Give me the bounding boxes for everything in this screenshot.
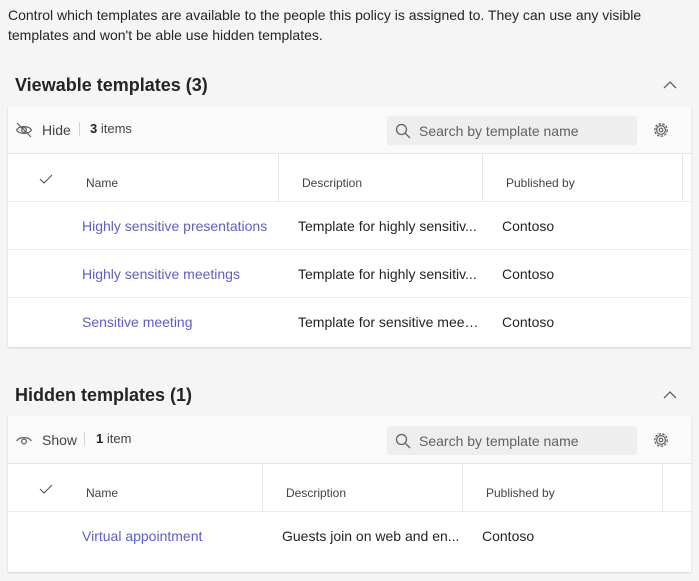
search-icon bbox=[395, 123, 411, 138]
column-divider bbox=[462, 464, 463, 512]
viewable-section-title: Viewable templates (3) bbox=[15, 75, 208, 95]
viewable-templates-card: Hide 3 items Search by template name Nam… bbox=[8, 106, 691, 347]
select-all-checkbox[interactable] bbox=[39, 171, 53, 189]
hidden-table-body: Virtual appointment Guests join on web a… bbox=[8, 512, 691, 560]
chevron-up-icon bbox=[663, 391, 677, 399]
item-count-number: 3 bbox=[90, 121, 98, 136]
column-published-by[interactable]: Published by bbox=[486, 486, 555, 500]
column-description[interactable]: Description bbox=[286, 486, 346, 500]
template-name-link[interactable]: Virtual appointment bbox=[82, 528, 202, 544]
column-name[interactable]: Name bbox=[86, 176, 118, 190]
item-count: 1 item bbox=[96, 431, 131, 446]
hide-button[interactable]: Hide bbox=[14, 120, 71, 140]
hidden-templates-card: Show 1 item Search by template name Name bbox=[8, 416, 691, 572]
template-name-link[interactable]: Highly sensitive meetings bbox=[82, 266, 240, 282]
search-icon bbox=[395, 433, 411, 448]
gear-icon bbox=[654, 433, 668, 447]
select-all-checkbox[interactable] bbox=[39, 481, 53, 499]
column-divider bbox=[662, 464, 663, 512]
column-description[interactable]: Description bbox=[302, 176, 362, 190]
template-description: Guests join on web and en... bbox=[282, 528, 460, 544]
hidden-toolbar: Show 1 item Search by template name bbox=[8, 416, 691, 464]
table-row[interactable]: Highly sensitive presentations Template … bbox=[8, 202, 691, 250]
hide-label: Hide bbox=[42, 122, 71, 138]
viewable-table-header: Name Description Published by bbox=[8, 154, 691, 202]
item-count-suffix: items bbox=[100, 121, 132, 136]
column-divider bbox=[278, 154, 279, 202]
column-divider bbox=[682, 154, 683, 202]
template-description: Template for highly sensitiv... bbox=[298, 218, 477, 234]
template-publisher: Contoso bbox=[502, 218, 555, 234]
gear-icon bbox=[654, 123, 668, 137]
column-published-by[interactable]: Published by bbox=[506, 176, 575, 190]
viewable-search-input[interactable]: Search by template name bbox=[387, 116, 637, 145]
template-name-link[interactable]: Sensitive meeting bbox=[82, 314, 193, 330]
table-row[interactable]: Sensitive meeting Template for sensitive… bbox=[8, 298, 691, 346]
item-count-number: 1 bbox=[96, 431, 104, 446]
item-count-suffix: item bbox=[106, 431, 132, 446]
item-count: 3 items bbox=[90, 121, 132, 136]
viewable-table-body: Highly sensitive presentations Template … bbox=[8, 202, 691, 346]
template-name-link[interactable]: Highly sensitive presentations bbox=[82, 218, 267, 234]
column-divider bbox=[482, 154, 483, 202]
column-name[interactable]: Name bbox=[86, 486, 118, 500]
template-description: Template for sensitive meet... bbox=[298, 314, 480, 330]
show-label: Show bbox=[42, 432, 78, 448]
hidden-settings-button[interactable] bbox=[651, 430, 671, 450]
hidden-section-title: Hidden templates (1) bbox=[15, 385, 193, 405]
toolbar-divider bbox=[84, 432, 85, 446]
eye-off-icon bbox=[15, 122, 33, 138]
intro-text: Control which templates are available to… bbox=[8, 7, 642, 43]
chevron-up-icon bbox=[663, 81, 677, 89]
template-publisher: Contoso bbox=[502, 266, 555, 282]
viewable-toolbar: Hide 3 items Search by template name bbox=[8, 106, 691, 154]
table-row[interactable]: Virtual appointment Guests join on web a… bbox=[8, 512, 691, 560]
search-placeholder: Search by template name bbox=[419, 122, 579, 139]
collapse-hidden-button[interactable] bbox=[660, 385, 680, 405]
column-divider bbox=[262, 464, 263, 512]
search-placeholder: Search by template name bbox=[419, 432, 579, 449]
eye-icon bbox=[15, 437, 33, 445]
table-row[interactable]: Highly sensitive meetings Template for h… bbox=[8, 250, 691, 298]
viewable-settings-button[interactable] bbox=[651, 120, 671, 140]
show-button[interactable]: Show bbox=[14, 430, 77, 450]
hidden-table-header: Name Description Published by bbox=[8, 464, 691, 512]
collapse-viewable-button[interactable] bbox=[660, 75, 680, 95]
checkmark-icon bbox=[39, 484, 53, 494]
toolbar-divider bbox=[79, 122, 80, 136]
hidden-search-input[interactable]: Search by template name bbox=[387, 426, 637, 455]
template-publisher: Contoso bbox=[502, 314, 555, 330]
checkmark-icon bbox=[39, 174, 53, 184]
template-description: Template for highly sensitiv... bbox=[298, 266, 477, 282]
template-publisher: Contoso bbox=[482, 528, 535, 544]
